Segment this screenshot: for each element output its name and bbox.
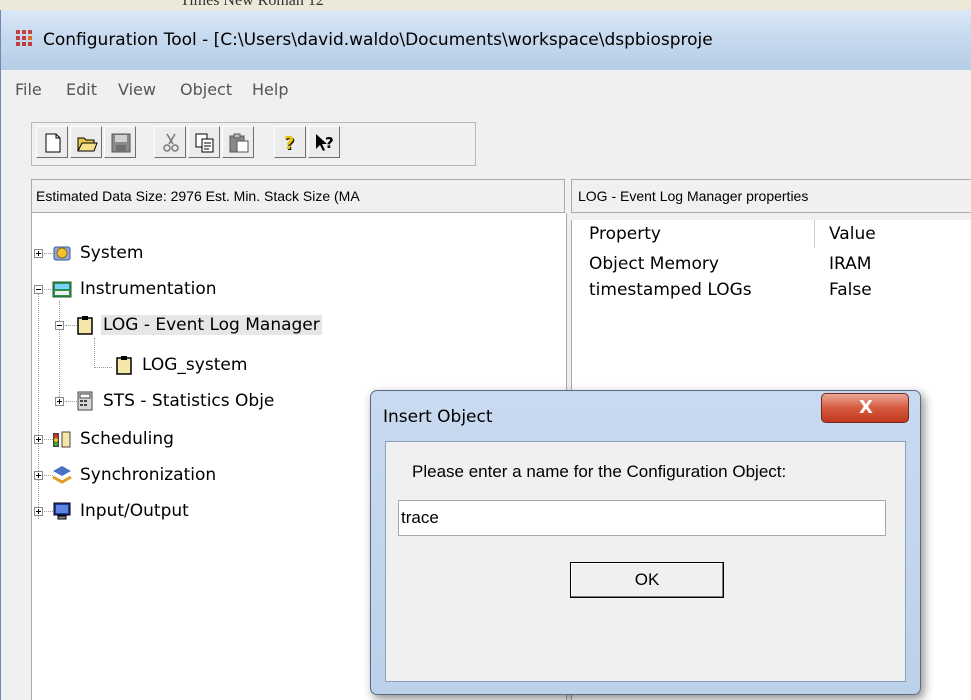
calculator-icon	[77, 391, 93, 411]
scheduling-icon	[53, 431, 71, 448]
properties-header: LOG - Event Log Manager properties	[571, 179, 971, 213]
tree-label: System	[80, 243, 144, 263]
tree-label: LOG - Event Log Manager	[101, 315, 322, 335]
copy-button[interactable]	[188, 126, 220, 158]
log-clipboard-icon	[116, 356, 132, 375]
help-button[interactable]: ??	[274, 126, 306, 158]
ok-button[interactable]: OK	[570, 562, 724, 598]
tree-line	[94, 338, 95, 368]
property-name: timestamped LOGs	[589, 280, 752, 300]
new-button[interactable]	[36, 126, 68, 158]
open-button[interactable]	[70, 126, 102, 158]
data-size-summary: Estimated Data Size: 2976 Est. Min. Stac…	[36, 188, 360, 204]
paste-icon	[229, 133, 249, 153]
column-header-value[interactable]: Value	[829, 224, 876, 244]
menu-object[interactable]: Object	[180, 80, 232, 99]
left-panel-header: Estimated Data Size: 2976 Est. Min. Stac…	[31, 179, 565, 213]
close-icon: X	[859, 397, 873, 418]
expand-toggle-synchronization[interactable]	[34, 471, 43, 480]
background-font-text: Times New Roman 12	[180, 0, 324, 9]
collapse-toggle-instrumentation[interactable]	[34, 285, 43, 294]
table-row[interactable]: timestamped LOGs False	[572, 280, 971, 304]
expand-toggle-scheduling[interactable]	[34, 435, 43, 444]
app-icon	[16, 30, 32, 46]
dialog-prompt: Please enter a name for the Configuratio…	[412, 462, 787, 481]
tree-label: STS - Statistics Obje	[103, 391, 275, 411]
object-name-input[interactable]	[398, 500, 886, 536]
expand-toggle-sts[interactable]	[55, 397, 64, 406]
properties-title: LOG - Event Log Manager properties	[578, 188, 809, 204]
tree-label: LOG_system	[142, 355, 248, 375]
tree-line	[38, 287, 39, 519]
paste-button[interactable]	[222, 126, 254, 158]
tree-label: Synchronization	[80, 465, 217, 485]
menu-file[interactable]: File	[15, 80, 42, 99]
svg-text:?: ?	[284, 133, 294, 154]
tree-label: Instrumentation	[80, 279, 217, 299]
title-bar[interactable]: Configuration Tool - [C:\Users\david.wal…	[1, 10, 971, 70]
menu-view[interactable]: View	[118, 80, 156, 99]
property-value: IRAM	[829, 254, 872, 274]
system-globe-icon	[53, 246, 71, 261]
column-divider[interactable]	[814, 220, 815, 248]
cut-button[interactable]	[154, 126, 186, 158]
context-help-icon: ?	[316, 134, 334, 152]
instrumentation-icon	[52, 281, 72, 298]
tree-line	[59, 301, 60, 405]
collapse-toggle-log[interactable]	[55, 321, 64, 330]
menu-help[interactable]: Help	[252, 80, 288, 99]
tree-label: Scheduling	[80, 429, 174, 449]
column-header-property[interactable]: Property	[589, 224, 661, 244]
properties-column-headers: Property Value	[572, 220, 971, 248]
dialog-body: Please enter a name for the Configuratio…	[385, 441, 906, 682]
tree-label: Input/Output	[80, 501, 189, 521]
help-icon: ??	[284, 133, 295, 154]
tree-line	[94, 367, 112, 368]
svg-text:?: ?	[325, 134, 334, 152]
window-title: Configuration Tool - [C:\Users\david.wal…	[43, 30, 713, 50]
insert-object-dialog: Insert Object X Please enter a name for …	[370, 390, 921, 695]
menu-bar: File Edit View Object Help	[15, 70, 971, 108]
toolbar: ?? ?	[31, 122, 476, 166]
open-icon	[77, 137, 98, 152]
property-value: False	[829, 280, 872, 300]
cut-icon	[163, 133, 179, 152]
monitor-icon	[53, 502, 71, 520]
synchronization-icon	[52, 466, 72, 484]
menu-edit[interactable]: Edit	[66, 80, 97, 99]
copy-icon	[195, 133, 214, 153]
save-icon	[111, 133, 131, 153]
background-window-strip: Times New Roman 12	[0, 0, 971, 10]
log-clipboard-icon	[77, 316, 93, 335]
expand-toggle-io[interactable]	[34, 507, 43, 516]
dialog-title: Insert Object	[383, 407, 493, 427]
table-row[interactable]: Object Memory IRAM	[572, 254, 971, 278]
new-icon	[45, 133, 61, 153]
context-help-button[interactable]: ?	[308, 126, 340, 158]
property-name: Object Memory	[589, 254, 719, 274]
expand-toggle-system[interactable]	[34, 249, 43, 258]
close-button[interactable]: X	[821, 393, 909, 423]
save-button[interactable]	[104, 126, 136, 158]
